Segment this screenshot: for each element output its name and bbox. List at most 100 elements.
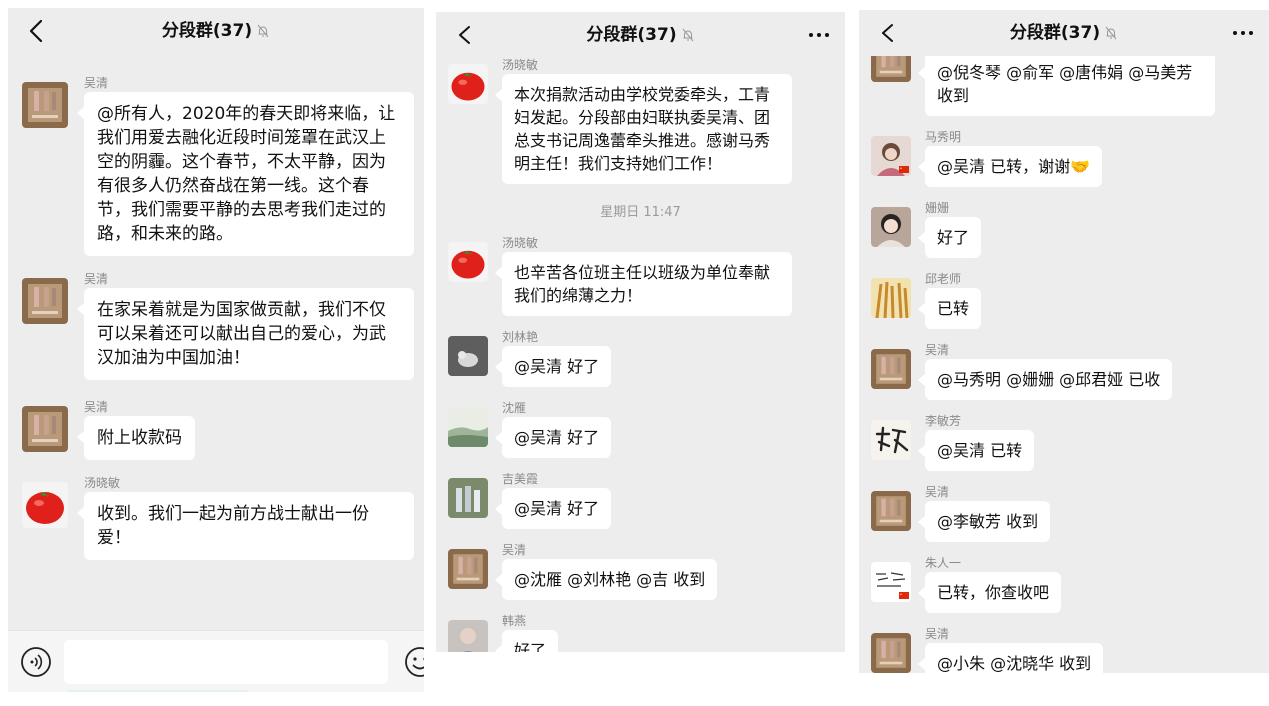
sender-name: 吴清 — [502, 543, 527, 557]
sender-name: 韩燕 — [502, 614, 527, 628]
sender-name: 姗姗 — [925, 201, 950, 215]
input-bar — [8, 630, 424, 692]
photo-avatar-wheat[interactable] — [871, 278, 911, 318]
calligraphy-avatar[interactable] — [871, 420, 911, 460]
message-bubble[interactable]: 已转，你查收吧 — [917, 572, 1062, 613]
message: 吴清 @沈雁 @刘林艳 @吉 收到 — [436, 541, 845, 600]
message-bubble[interactable]: 收到。我们一起为前方战士献出一份爱！ — [77, 492, 414, 560]
tomato-avatar[interactable] — [22, 482, 68, 528]
chevron-left-icon[interactable] — [22, 16, 52, 46]
sender-name: 吴清 — [84, 272, 109, 286]
message-bubble[interactable]: @吴清 已转 — [917, 430, 1035, 471]
chevron-left-icon[interactable] — [873, 18, 903, 48]
chevron-left-icon[interactable] — [450, 20, 480, 50]
sender-name: 沈雁 — [502, 401, 527, 415]
message: 李敏芳 @吴清 已转 — [859, 412, 1269, 471]
sender-name: 吴清 — [925, 343, 950, 357]
sender-name: 李敏芳 — [925, 414, 962, 428]
sender-name: 吴清 — [925, 627, 950, 641]
chat-screen-3: 分段群(37) @倪冬琴 @俞军 @唐伟娟 @马美芳 收到 马秀明 @吴清 已转… — [859, 10, 1269, 673]
message: 吴清 在家呆着就是为国家做贡献，我们不仅可以呆着还可以献出自己的爱心，为武汉加油… — [8, 270, 424, 380]
sender-name: 汤晓敏 — [502, 58, 539, 72]
photo-avatar-wuqing[interactable] — [22, 406, 68, 452]
chat-screen-1: 分段群(37) 吴清 @所有人，2020年的春天即将来临，让我们用爱去融化近段时… — [8, 8, 424, 692]
photo-avatar-wuqing[interactable] — [871, 349, 911, 389]
more-dots-icon[interactable] — [1231, 23, 1255, 43]
photo-avatar-landscape[interactable] — [448, 407, 488, 447]
photo-avatar-wuqing[interactable] — [871, 491, 911, 531]
nav-bar: 分段群(37) — [859, 10, 1269, 56]
message: 吴清 @所有人，2020年的春天即将来临，让我们用爱去融化近段时间笼罩在武汉上空… — [8, 74, 424, 256]
sender-name: 汤晓敏 — [502, 236, 539, 250]
sender-name: 朱人一 — [925, 556, 962, 570]
message: 吴清 @小朱 @沈晓华 收到 — [859, 625, 1269, 673]
nav-bar: 分段群(37) — [436, 12, 845, 58]
message-list[interactable]: 汤晓敏 本次捐款活动由学校党委牵头，工青妇发起。分段部由妇联执委吴清、团总支书记… — [436, 58, 845, 652]
sender-name: 吴清 — [84, 400, 109, 414]
chat-title: 分段群(37) — [8, 8, 424, 54]
photo-avatar-wuqing[interactable] — [871, 56, 911, 82]
message-list[interactable]: 吴清 @所有人，2020年的春天即将来临，让我们用爱去融化近段时间笼罩在武汉上空… — [8, 54, 424, 630]
message: 汤晓敏 本次捐款活动由学校党委牵头，工青妇发起。分段部由妇联执委吴清、团总支书记… — [436, 58, 845, 184]
message-bubble[interactable]: 在家呆着就是为国家做贡献，我们不仅可以呆着还可以献出自己的爱心，为武汉加油为中国… — [77, 288, 414, 380]
divider — [68, 690, 248, 692]
message-bubble[interactable]: @沈雁 @刘林艳 @吉 收到 — [494, 559, 718, 600]
message-bubble[interactable]: @倪冬琴 @俞军 @唐伟娟 @马美芳 收到 — [918, 56, 1215, 116]
photo-avatar-woman[interactable] — [871, 207, 911, 247]
bell-off-icon — [257, 24, 269, 38]
handwriting-avatar-flag[interactable] — [871, 562, 911, 602]
timestamp: 星期日 11:47 — [600, 205, 681, 220]
message: 朱人一 已转，你查收吧 — [859, 554, 1269, 613]
message: 邱老师 已转 — [859, 270, 1269, 329]
message-bubble[interactable]: @所有人，2020年的春天即将来临，让我们用爱去融化近段时间笼罩在武汉上空的阴霾… — [77, 92, 414, 256]
photo-avatar-person[interactable] — [448, 620, 488, 652]
message-bubble[interactable]: 好了 — [494, 630, 559, 652]
photo-avatar-wuqing[interactable] — [871, 633, 911, 673]
more-dots-icon[interactable] — [807, 25, 831, 45]
photo-avatar-wuqing[interactable] — [22, 82, 68, 128]
tomato-avatar[interactable] — [448, 242, 488, 282]
message-bubble[interactable]: @马秀明 @姗姗 @邱君娅 已收 — [917, 359, 1173, 400]
bell-off-icon — [682, 28, 693, 42]
message-bubble[interactable]: @李敏芳 收到 — [917, 501, 1051, 542]
message-bubble[interactable]: @吴清 好了 — [494, 417, 612, 458]
message-bubble[interactable]: 本次捐款活动由学校党委牵头，工青妇发起。分段部由妇联执委吴清、团总支书记周逸蕾牵… — [495, 74, 792, 184]
voice-icon[interactable] — [20, 646, 52, 678]
message: 吴清 @李敏芳 收到 — [859, 483, 1269, 542]
nav-bar: 分段群(37) — [8, 8, 424, 54]
message-bubble[interactable]: @小朱 @沈晓华 收到 — [917, 643, 1104, 673]
photo-avatar-bird[interactable] — [448, 336, 488, 376]
message: 姗姗 好了 — [859, 199, 1269, 258]
tomato-avatar[interactable] — [448, 64, 488, 104]
sender-name: 吉美霞 — [502, 472, 539, 486]
sender-name: 邱老师 — [925, 272, 962, 286]
message-bubble[interactable]: 附上收款码 — [77, 416, 195, 460]
sender-name: 吴清 — [84, 76, 109, 90]
message-bubble[interactable]: @吴清 好了 — [494, 346, 612, 387]
photo-avatar-woman-flag[interactable] — [871, 136, 911, 176]
message-list[interactable]: @倪冬琴 @俞军 @唐伟娟 @马美芳 收到 马秀明 @吴清 已转，谢谢🤝 姗姗 … — [859, 56, 1269, 673]
message: 韩燕 好了 — [436, 612, 845, 652]
message: @倪冬琴 @俞军 @唐伟娟 @马美芳 收到 — [859, 56, 1269, 116]
sender-name: 马秀明 — [925, 130, 962, 144]
message-bubble[interactable]: @吴清 好了 — [494, 488, 612, 529]
photo-avatar-wuqing[interactable] — [448, 549, 488, 589]
message-bubble[interactable]: @吴清 已转，谢谢🤝 — [917, 146, 1103, 187]
sender-name: 刘林艳 — [502, 330, 539, 344]
chat-title: 分段群(37) — [436, 12, 845, 58]
message-bubble[interactable]: 已转 — [917, 288, 982, 329]
chat-title: 分段群(37) — [859, 10, 1269, 56]
photo-avatar-bottles[interactable] — [448, 478, 488, 518]
message-input[interactable] — [64, 640, 388, 684]
message: 刘林艳 @吴清 好了 — [436, 328, 845, 387]
photo-avatar-wuqing[interactable] — [22, 278, 68, 324]
message: 吴清 附上收款码 — [8, 398, 424, 460]
message: 汤晓敏 也辛苦各位班主任以班级为单位奉献我们的绵薄之力！ — [436, 234, 845, 316]
chat-screen-2: 分段群(37) 汤晓敏 本次捐款活动由学校党委牵头，工青妇发起。分段部由妇联执委… — [436, 12, 845, 652]
message: 沈雁 @吴清 好了 — [436, 399, 845, 458]
sender-name: 吴清 — [925, 485, 950, 499]
bell-off-icon — [1105, 26, 1117, 40]
message-bubble[interactable]: 也辛苦各位班主任以班级为单位奉献我们的绵薄之力！ — [495, 252, 792, 316]
emoji-icon[interactable] — [404, 646, 424, 678]
message-bubble[interactable]: 好了 — [917, 217, 982, 258]
